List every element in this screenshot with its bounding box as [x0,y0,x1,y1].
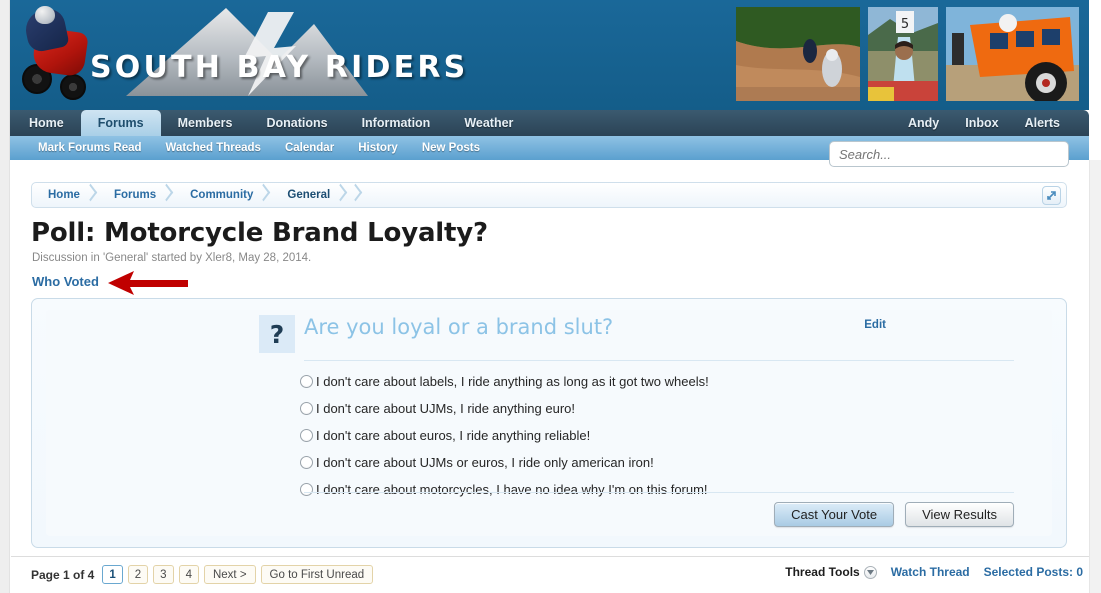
page-button-2[interactable]: 2 [127,565,149,584]
poll-option-label: I don't care about euros, I ride anythin… [316,428,591,443]
svg-text:5: 5 [901,17,909,32]
nav-item-donations[interactable]: Donations [249,110,344,136]
poll-option-4[interactable]: I don't care about UJMs or euros, I ride… [300,449,709,476]
nav-item-members[interactable]: Members [161,110,250,136]
nav-item-information[interactable]: Information [345,110,448,136]
go-to-first-unread-button[interactable]: Go to First Unread [260,565,374,584]
poll-options: I don't care about labels, I ride anythi… [300,368,709,503]
pagination: Page 1 of 4 1 2 3 4 Next > Go to First U… [31,565,374,584]
nav-item-weather[interactable]: Weather [447,110,530,136]
thread-tools-button[interactable]: Thread Tools [785,565,877,579]
nav-item-alerts[interactable]: Alerts [1012,110,1073,136]
breadcrumb-item-home[interactable]: Home [32,182,100,208]
header-photo-1 [736,7,860,101]
radio-button-icon[interactable] [300,429,313,442]
poll-option-5[interactable]: I don't care about motorcycles, I have n… [300,476,709,503]
subnav-item-calendar[interactable]: Calendar [273,136,346,160]
nav-item-inbox[interactable]: Inbox [952,110,1011,136]
header-photo-strip: 5 [736,7,1079,101]
annotation-arrow-icon [108,271,188,295]
radio-button-icon[interactable] [300,402,313,415]
page-button-4[interactable]: 4 [178,565,199,584]
edit-poll-link[interactable]: Edit [864,319,886,331]
next-page-button[interactable]: Next > [203,565,256,584]
poll-divider-top [304,360,1014,361]
view-results-button[interactable]: View Results [905,502,1014,527]
primary-navigation: Home Forums Members Donations Informatio… [0,110,1089,136]
page-button-3[interactable]: 3 [153,565,174,584]
thread-tools-label: Thread Tools [785,565,860,579]
site-logo-text: SOUTH BAY RIDERS [90,50,469,85]
secondary-nav-items: Mark Forums Read Watched Threads Calenda… [26,136,492,160]
poll-option-label: I don't care about labels, I ride anythi… [316,374,709,389]
forum-page: SOUTH BAY RIDERS 5 Home Forums Members D… [0,0,1101,593]
poll-option-1[interactable]: I don't care about labels, I ride anythi… [300,368,709,395]
secondary-navigation: Mark Forums Read Watched Threads Calenda… [0,136,1089,167]
page-title: Poll: Motorcycle Brand Loyalty? [31,218,488,248]
poll-divider-bottom [304,492,1014,493]
chevron-down-icon[interactable] [863,565,877,579]
footer-divider [11,556,1089,557]
subnav-item-watched-threads[interactable]: Watched Threads [154,136,273,160]
breadcrumb: Home Forums Community General [31,182,1067,208]
breadcrumb-item-forums[interactable]: Forums [100,182,176,208]
who-voted-link[interactable]: Who Voted [32,274,99,289]
poll-option-label: I don't care about UJMs, I ride anything… [316,401,576,416]
header-photo-3 [946,7,1079,101]
search-box[interactable] [829,141,1069,167]
nav-item-username[interactable]: Andy [895,110,952,136]
breadcrumb-item-general[interactable]: General [273,182,350,208]
question-mark-icon: ? [259,315,295,353]
poll-container: ? Are you loyal or a brand slut? Edit I … [31,298,1067,548]
cast-your-vote-button[interactable]: Cast Your Vote [774,502,895,527]
radio-button-icon[interactable] [300,483,313,496]
primary-nav-items: Home Forums Members Donations Informatio… [12,110,530,136]
search-input[interactable] [830,142,1068,166]
thread-tools-bar: Thread Tools Watch Thread Selected Posts… [785,565,1083,579]
subnav-item-mark-forums-read[interactable]: Mark Forums Read [26,136,154,160]
poll-option-label: I don't care about UJMs or euros, I ride… [316,455,654,470]
nav-item-forums[interactable]: Forums [80,110,161,136]
page-right-gutter [1089,160,1101,593]
header-photo-2: 5 [868,7,938,101]
poll-question: Are you loyal or a brand slut? [304,315,614,339]
poll-panel: ? Are you loyal or a brand slut? Edit I … [46,310,1052,536]
selected-posts-label[interactable]: Selected Posts: 0 [984,565,1083,579]
nav-item-home[interactable]: Home [12,110,81,136]
page-left-gutter [0,0,10,593]
thread-meta: Discussion in 'General' started by Xler8… [32,252,312,264]
poll-actions: Cast Your Vote View Results [774,502,1014,527]
subnav-item-history[interactable]: History [346,136,410,160]
poll-option-3[interactable]: I don't care about euros, I ride anythin… [300,422,709,449]
watch-thread-link[interactable]: Watch Thread [891,565,970,579]
radio-button-icon[interactable] [300,375,313,388]
page-button-1[interactable]: 1 [102,565,123,584]
user-nav-items: Andy Inbox Alerts [895,110,1073,136]
main-content: Home Forums Community General Poll: Moto… [11,160,1089,593]
site-header: SOUTH BAY RIDERS 5 [0,0,1089,110]
poll-header: ? Are you loyal or a brand slut? Edit [46,310,1052,358]
breadcrumb-item-community[interactable]: Community [176,182,273,208]
expand-arrow-icon[interactable] [1042,186,1061,205]
breadcrumb-tail-chevron-icon [350,182,368,208]
page-count-label: Page 1 of 4 [31,567,95,582]
radio-button-icon[interactable] [300,456,313,469]
poll-option-label: I don't care about motorcycles, I have n… [316,482,708,497]
poll-option-2[interactable]: I don't care about UJMs, I ride anything… [300,395,709,422]
subnav-item-new-posts[interactable]: New Posts [410,136,492,160]
